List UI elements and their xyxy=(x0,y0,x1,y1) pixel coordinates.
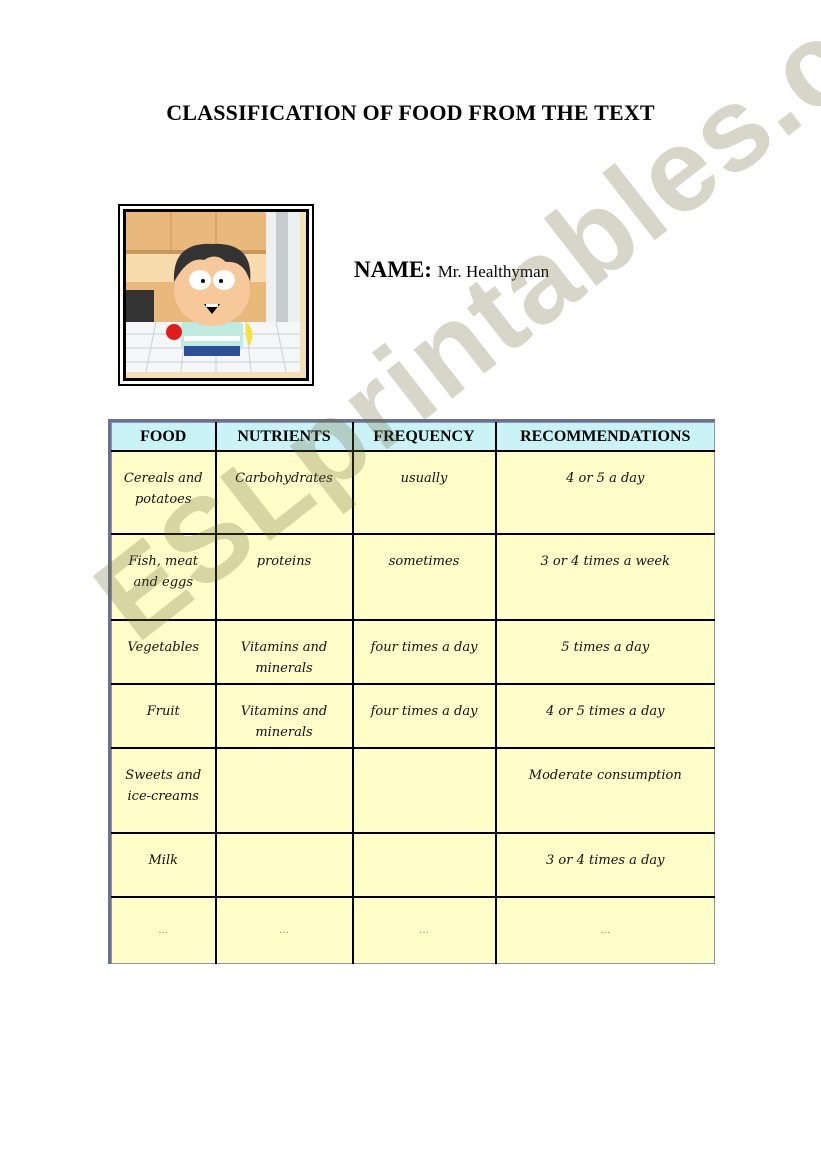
table-header-row: FOOD NUTRIENTS FREQUENCY RECOMMENDATIONS xyxy=(111,422,715,452)
header-nutrients: NUTRIENTS xyxy=(214,422,354,452)
cell-frequency: four times a day xyxy=(351,619,497,685)
header-frequency: FREQUENCY xyxy=(351,422,497,452)
page-title: CLASSIFICATION OF FOOD FROM THE TEXT xyxy=(166,100,655,125)
cell-food: Fish, meat and eggs xyxy=(111,533,217,621)
cell-food: Fruit xyxy=(111,683,217,749)
cell-food: … xyxy=(111,896,217,964)
cell-frequency: usually xyxy=(351,450,497,535)
food-classification-table: FOOD NUTRIENTS FREQUENCY RECOMMENDATIONS… xyxy=(108,419,715,964)
cell-frequency: … xyxy=(351,896,497,964)
cell-food: Sweets and ice-creams xyxy=(111,747,217,834)
cell-recommendations: 3 or 4 times a day xyxy=(494,832,715,898)
cell-recommendations: 4 or 5 times a day xyxy=(494,683,715,749)
table-row: Fish, meat and eggs proteins sometimes 3… xyxy=(111,533,715,621)
cell-recommendations: 5 times a day xyxy=(494,619,715,685)
table-row: Cereals and potatoes Carbohydrates usual… xyxy=(111,450,715,535)
header-food: FOOD xyxy=(111,422,217,452)
character-picture-frame xyxy=(118,204,314,386)
name-value: Mr. Healthyman xyxy=(437,262,550,281)
table-row: Sweets and ice-creams Moderate consumpti… xyxy=(111,747,715,834)
cell-nutrients: … xyxy=(214,896,354,964)
cell-recommendations: … xyxy=(494,896,715,964)
cell-food: Milk xyxy=(111,832,217,898)
name-label: NAME: xyxy=(354,257,432,282)
cell-recommendations: 4 or 5 a day xyxy=(494,450,715,535)
table-row: Vegetables Vitamins and minerals four ti… xyxy=(111,619,715,685)
cell-nutrients: Vitamins and minerals xyxy=(214,683,354,749)
cell-food: Cereals and potatoes xyxy=(111,450,217,535)
cartoon-boy-kitchen-image xyxy=(123,209,309,381)
cartoon-illustration xyxy=(126,212,300,373)
cell-recommendations: 3 or 4 times a week xyxy=(494,533,715,621)
cell-frequency: sometimes xyxy=(351,533,497,621)
cell-recommendations: Moderate consumption xyxy=(494,747,715,834)
cell-nutrients: proteins xyxy=(214,533,354,621)
cell-nutrients xyxy=(214,832,354,898)
table-row: … … … … xyxy=(111,896,715,964)
cell-frequency xyxy=(351,747,497,834)
cell-frequency: four times a day xyxy=(351,683,497,749)
header-recommendations: RECOMMENDATIONS xyxy=(494,422,715,452)
name-field: NAME: Mr. Healthyman xyxy=(354,257,549,283)
cell-nutrients: Vitamins and minerals xyxy=(214,619,354,685)
table-row: Fruit Vitamins and minerals four times a… xyxy=(111,683,715,749)
cell-food: Vegetables xyxy=(111,619,217,685)
cell-nutrients: Carbohydrates xyxy=(214,450,354,535)
table-row: Milk 3 or 4 times a day xyxy=(111,832,715,898)
cell-frequency xyxy=(351,832,497,898)
cell-nutrients xyxy=(214,747,354,834)
